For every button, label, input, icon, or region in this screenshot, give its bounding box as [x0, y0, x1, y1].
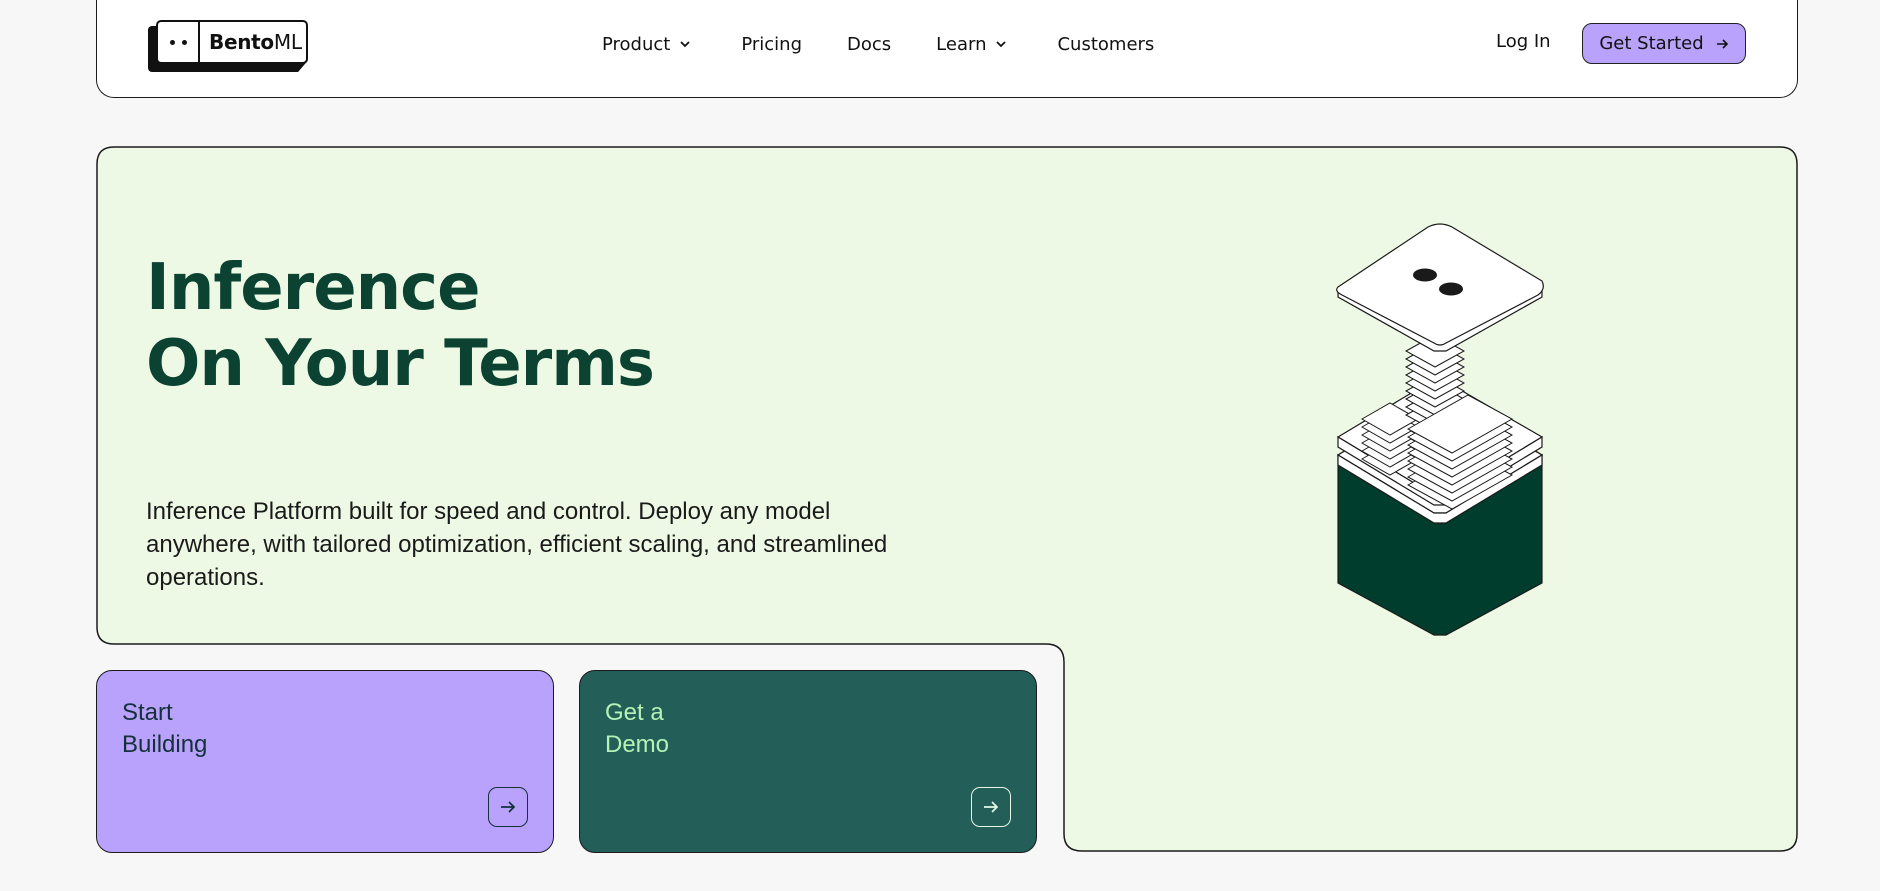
get-demo-line-1: Get a — [605, 699, 664, 726]
start-building-card[interactable]: Start Building — [96, 670, 554, 853]
get-demo-card[interactable]: Get a Demo — [579, 670, 1037, 853]
arrow-right-icon[interactable] — [488, 787, 528, 827]
start-building-label: Start Building — [122, 697, 207, 761]
headline-line-1: Inference — [146, 251, 481, 325]
headline-line-2: On Your Terms — [146, 327, 655, 401]
start-building-line-2: Building — [122, 731, 208, 758]
arrow-right-icon[interactable] — [971, 787, 1011, 827]
get-demo-label: Get a Demo — [605, 697, 669, 761]
bento-stack-illustration — [1336, 223, 1544, 636]
get-demo-line-2: Demo — [605, 731, 670, 758]
hero-headline: Inference On Your Terms — [146, 250, 655, 402]
start-building-line-1: Start — [122, 699, 173, 726]
hero-description: Inference Platform built for speed and c… — [146, 498, 888, 591]
